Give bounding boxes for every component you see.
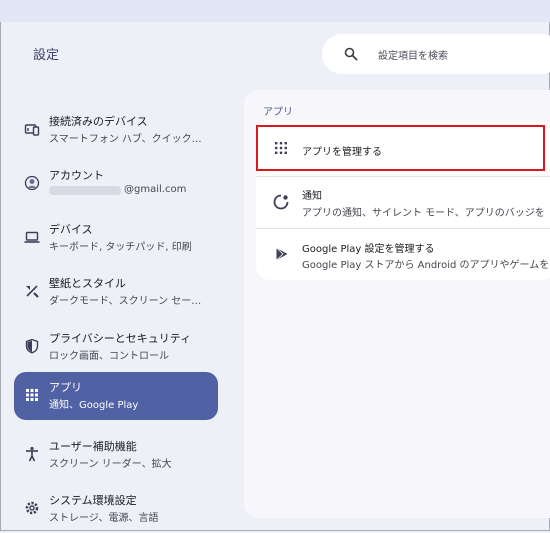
page-title: 設定 <box>33 48 60 63</box>
palette-brush-icon <box>26 285 39 298</box>
sidebar-item-accessibility[interactable]: ユーザー補助機能 スクリーン リーダー、拡大 <box>14 431 218 479</box>
sidebar-item-subtitle: @gmail.com <box>124 184 187 195</box>
section-label: アプリ <box>263 107 293 118</box>
sidebar-item-title: 接続済みのデバイス <box>49 115 148 128</box>
sidebar-item-subtitle: スマートフォン ハブ、クイック… <box>49 134 202 145</box>
sidebar-item-subtitle: ロック画面、コントロール <box>49 351 169 362</box>
search-bar[interactable]: 設定項目を検索 <box>322 34 550 74</box>
row-subtitle: アプリの通知、サイレント モード、アプリのバッジを <box>302 208 545 219</box>
sidebar-item-connected-devices[interactable]: 接続済みのデバイス スマートフォン ハブ、クイック… <box>14 106 218 154</box>
sidebar-item-device[interactable]: デバイス キーボード, タッチパッド, 印刷 <box>14 214 218 262</box>
shield-icon <box>25 338 39 354</box>
sidebar-item-wallpaper-style[interactable]: 壁紙とスタイル ダークモード、スクリーン セー… <box>14 268 218 316</box>
laptop-icon <box>24 231 40 243</box>
search-icon <box>344 47 358 61</box>
sidebar-item-title: システム環境設定 <box>49 494 137 507</box>
row-subtitle: Google Play ストアから Android のアプリやゲームを <box>302 260 550 271</box>
accessibility-icon <box>26 446 38 462</box>
row-title: Google Play 設定を管理する <box>302 244 435 255</box>
sidebar-item-apps[interactable]: アプリ 通知、Google Play <box>14 372 218 420</box>
account-icon <box>24 175 40 191</box>
apps-grid-icon <box>26 389 38 401</box>
sidebar-item-subtitle: スクリーン リーダー、拡大 <box>49 459 172 470</box>
search-input[interactable]: 設定項目を検索 <box>378 47 448 62</box>
notifications-row[interactable]: 通知 アプリの通知、サイレント モード、アプリのバッジを <box>256 177 550 227</box>
sidebar-item-title: ユーザー補助機能 <box>49 440 137 453</box>
google-play-settings-row[interactable]: Google Play 設定を管理する Google Play ストアから An… <box>256 229 550 279</box>
sidebar-item-subtitle: キーボード, タッチパッド, 印刷 <box>49 242 192 253</box>
sidebar-item-privacy-security[interactable]: プライバシーとセキュリティ ロック画面、コントロール <box>14 323 218 371</box>
play-store-icon <box>276 247 288 261</box>
sidebar-item-subtitle: ストレージ、電源、言語 <box>49 513 159 524</box>
top-bar <box>0 0 550 22</box>
sidebar-item-subtitle: ダークモード、スクリーン セー… <box>49 296 202 307</box>
sidebar-item-account[interactable]: アカウント @gmail.com <box>14 160 218 208</box>
notification-circle-icon <box>273 194 289 210</box>
sidebar-item-subtitle: 通知、Google Play <box>49 400 139 411</box>
sidebar-item-title: デバイス <box>49 223 93 236</box>
sidebar-item-title: プライバシーとセキュリティ <box>49 332 192 345</box>
system-gear-icon <box>25 501 39 515</box>
sidebar-item-title: アカウント <box>49 169 104 182</box>
sidebar-item-title: アプリ <box>49 381 82 394</box>
sidebar-item-title: 壁紙とスタイル <box>49 277 126 290</box>
row-title: 通知 <box>302 191 322 202</box>
highlight-box <box>256 125 545 171</box>
sidebar-item-system-preferences[interactable]: システム環境設定 ストレージ、電源、言語 <box>14 485 218 533</box>
redacted-email <box>49 186 121 195</box>
connected-devices-icon <box>24 124 40 136</box>
